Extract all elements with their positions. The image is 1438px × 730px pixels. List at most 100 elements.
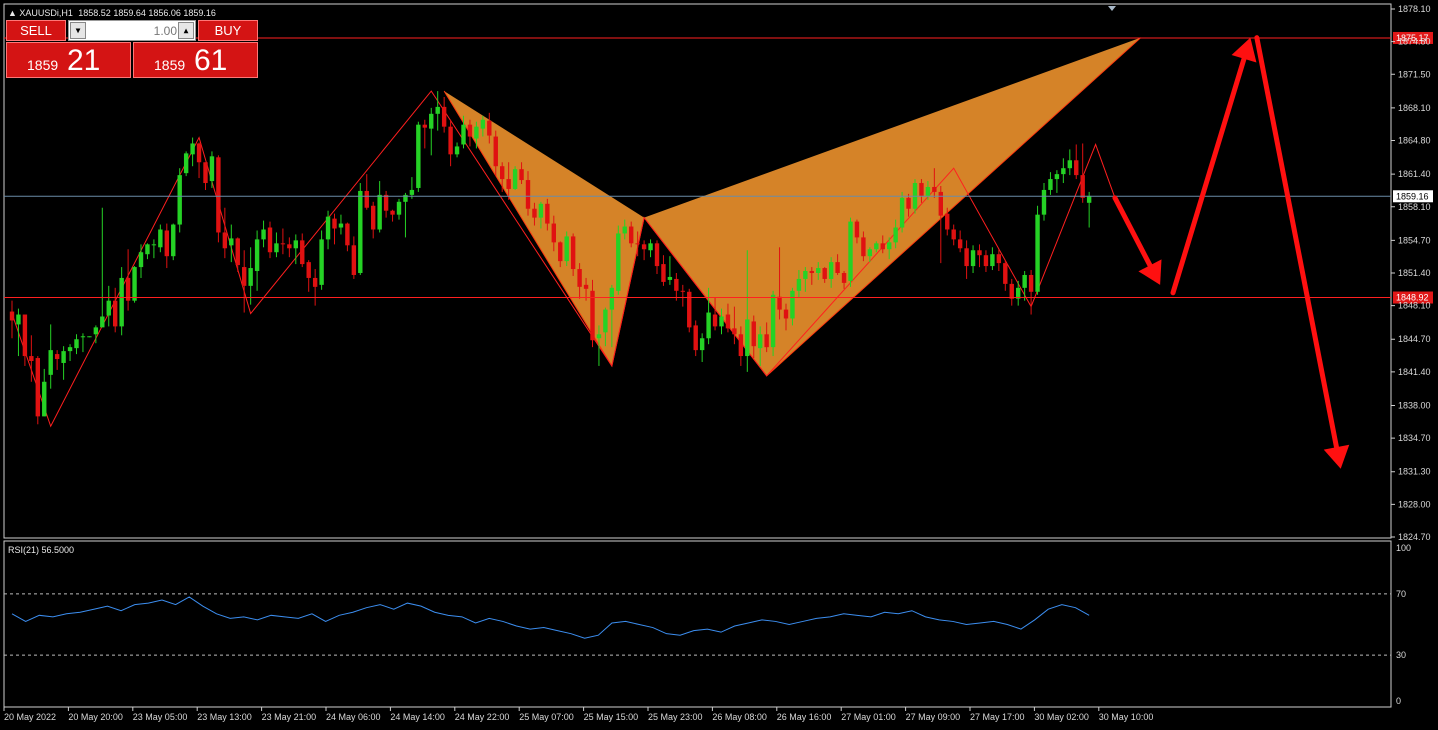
candle-body	[577, 269, 582, 287]
candle-body	[1080, 175, 1085, 198]
candle-body	[9, 311, 15, 321]
candle-body	[828, 262, 834, 279]
rsi-label: RSI(21) 56.5000	[8, 545, 74, 555]
candle-body	[945, 213, 950, 230]
candle-body	[1035, 214, 1040, 292]
time-tick-label: 24 May 06:00	[326, 712, 381, 722]
lot-increase-icon[interactable]: ▲	[178, 22, 194, 39]
candle-body	[1009, 283, 1014, 299]
time-tick-label: 24 May 14:00	[390, 712, 445, 722]
candle-body	[635, 243, 640, 245]
candle-body	[964, 248, 969, 267]
candle-body	[106, 300, 111, 316]
candle-body	[325, 216, 331, 240]
rsi-scale-label: 70	[1396, 589, 1406, 599]
candle-body	[300, 240, 305, 265]
candle-body	[222, 232, 228, 249]
candle-body	[22, 314, 28, 357]
candle-body	[919, 183, 924, 196]
candle-body	[732, 328, 737, 335]
candle-body	[545, 203, 550, 224]
candle-body	[874, 243, 879, 250]
candle-body	[758, 334, 763, 349]
candle-body	[932, 186, 937, 192]
candle-body	[1074, 160, 1079, 176]
candle-body	[242, 267, 247, 286]
candle-body	[712, 314, 718, 327]
buy-price[interactable]: 1859 61	[133, 42, 258, 78]
candle-body	[164, 230, 169, 257]
buy-price-big: 61	[194, 44, 228, 77]
price-chart[interactable]: 1875.171859.161848.92 1878.101874.801871…	[0, 0, 1438, 730]
candle-body	[196, 143, 202, 163]
price-tick-label: 1851.40	[1398, 268, 1431, 278]
candle-body	[783, 309, 789, 319]
time-tick-label: 27 May 09:00	[906, 712, 961, 722]
candle-body	[622, 226, 627, 234]
price-tick-label: 1834.70	[1398, 433, 1431, 443]
candle-body	[396, 201, 402, 215]
candle-body	[87, 336, 92, 338]
buy-button[interactable]: BUY	[198, 20, 258, 41]
candle-body	[551, 223, 556, 243]
sell-button[interactable]: SELL	[6, 20, 66, 41]
price-tick-label: 1828.00	[1398, 499, 1431, 509]
candle-body	[371, 205, 376, 230]
candle-body	[267, 227, 273, 253]
candle-body	[616, 233, 621, 291]
time-tick-label: 25 May 15:00	[584, 712, 639, 722]
lot-size-input[interactable]	[87, 21, 177, 40]
candle-body	[519, 169, 524, 181]
price-tick-label: 1848.10	[1398, 301, 1431, 311]
time-tick-label: 26 May 16:00	[777, 712, 832, 722]
time-tick-label: 23 May 13:00	[197, 712, 252, 722]
candle-body	[629, 226, 634, 244]
candle-body	[80, 336, 86, 338]
candle-body	[745, 319, 750, 357]
candle-body	[429, 113, 434, 129]
candle-body	[274, 243, 279, 253]
time-tick-label: 30 May 10:00	[1099, 712, 1154, 722]
price-tick-label: 1871.50	[1398, 69, 1431, 79]
candle-body	[319, 239, 324, 285]
rsi-scale-label: 100	[1396, 543, 1411, 553]
candle-body	[893, 227, 898, 243]
time-tick-label: 25 May 07:00	[519, 712, 574, 722]
candle-body	[803, 271, 808, 279]
candle-body	[525, 180, 531, 209]
candle-body	[564, 236, 569, 262]
candle-body	[654, 243, 660, 267]
candle-body	[467, 124, 473, 137]
candle-body	[487, 120, 492, 136]
candle-body	[138, 252, 144, 268]
sell-price[interactable]: 1859 21	[6, 42, 131, 78]
candle-body	[151, 244, 157, 246]
candle-body	[906, 197, 911, 209]
candle-body	[61, 351, 66, 363]
candle-body	[1003, 263, 1008, 284]
candle-body	[699, 338, 705, 351]
price-tick-label: 1864.80	[1398, 136, 1431, 146]
lot-size-control: ▼ ▲	[68, 20, 196, 41]
candle-body	[54, 354, 60, 360]
candle-body	[16, 314, 21, 325]
candle-body	[887, 242, 892, 250]
candle-body	[500, 166, 505, 180]
candle-body	[641, 244, 647, 250]
candle-body	[1061, 168, 1066, 175]
candle-body	[248, 268, 253, 286]
candle-body	[693, 325, 698, 351]
candle-body	[306, 262, 311, 278]
candle-body	[390, 210, 395, 215]
candle-body	[145, 244, 150, 255]
candle-body	[661, 264, 666, 282]
candle-body	[680, 290, 685, 292]
candle-body	[719, 316, 724, 327]
candle-body	[841, 273, 847, 283]
lot-decrease-icon[interactable]: ▼	[70, 22, 86, 39]
candle-body	[422, 124, 427, 128]
candle-body	[203, 162, 208, 184]
candle-body	[725, 314, 731, 329]
candle-body	[822, 268, 827, 279]
candle-body	[506, 179, 511, 189]
